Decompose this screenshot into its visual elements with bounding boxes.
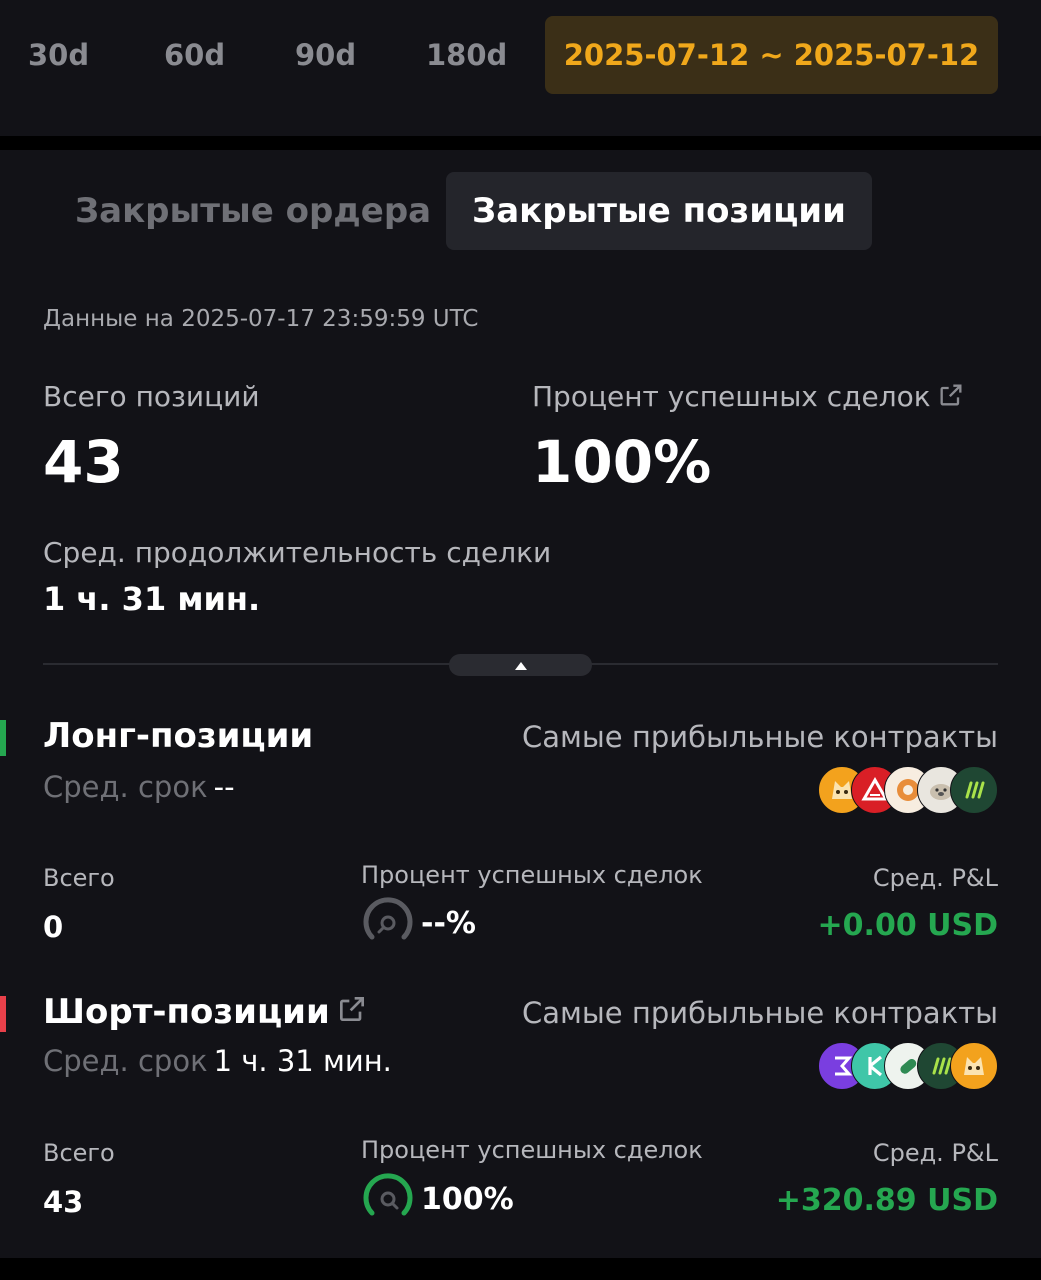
long-most-profitable-label: Самые прибыльные контракты	[522, 720, 998, 754]
short-avg-pnl-value: +320.89 USD	[775, 1183, 998, 1218]
short-total-value: 43	[43, 1185, 84, 1219]
collapse-button[interactable]	[449, 654, 592, 676]
long-win-rate-gauge-icon	[363, 897, 413, 940]
long-avg-term-label: Сред. срок	[43, 770, 208, 804]
long-avg-term: Сред. срок --	[43, 770, 235, 804]
avg-duration-label: Сред. продолжительность сделки	[43, 536, 552, 569]
short-win-rate: 100%	[361, 1172, 514, 1226]
external-link-icon[interactable]	[937, 381, 965, 416]
sei-green-coin-icon[interactable]	[950, 766, 998, 814]
short-win-rate-label: Процент успешных сделок	[361, 1136, 703, 1164]
win-rate-label: Процент успешных сделок	[532, 380, 965, 416]
short-most-profitable-label: Самые прибыльные контракты	[522, 996, 998, 1030]
short-avg-term-label: Сред. срок	[43, 1044, 208, 1078]
external-link-icon[interactable]	[336, 993, 368, 1034]
avg-duration-value: 1 ч. 31 мин.	[43, 580, 261, 618]
short-avg-term: Сред. срок 1 ч. 31 мин.	[43, 1044, 392, 1078]
period-tab-90d[interactable]: 90d	[295, 38, 356, 72]
short-win-rate-value: 100%	[421, 1181, 514, 1217]
short-avg-pnl-label: Сред. P&L	[872, 1139, 998, 1167]
long-avg-pnl-label: Сред. P&L	[872, 864, 998, 892]
long-marker	[0, 720, 6, 756]
long-win-rate-label: Процент успешных сделок	[361, 861, 703, 889]
win-rate-label-text: Процент успешных сделок	[532, 380, 931, 413]
long-win-rate-value: --%	[421, 905, 476, 941]
date-range-button[interactable]: 2025-07-12 ~ 2025-07-12	[545, 16, 998, 94]
data-timestamp: Данные на 2025-07-17 23:59:59 UTC	[43, 306, 479, 332]
long-win-rate: --%	[361, 896, 476, 950]
short-positions-title: Шорт-позиции	[43, 992, 368, 1034]
period-tab-30d-label: 30d	[28, 38, 90, 72]
chevron-up-icon	[514, 656, 528, 675]
closed-positions-panel: Закрытые ордера Закрытые позиции Данные …	[0, 150, 1041, 1258]
long-total-label: Всего	[43, 864, 115, 892]
total-positions-value: 43	[43, 428, 124, 496]
short-marker	[0, 996, 6, 1032]
period-tab-30d[interactable]: 30d	[28, 38, 90, 72]
win-rate-value: 100%	[532, 428, 712, 496]
total-positions-label: Всего позиций	[43, 380, 260, 413]
period-selector: 30d 60d 90d 180d 2025-07-12 ~ 2025-07-12	[0, 0, 1041, 136]
long-coins	[818, 766, 998, 814]
short-avg-term-value: 1 ч. 31 мин.	[213, 1044, 392, 1078]
long-avg-term-value: --	[213, 770, 235, 804]
short-total-label: Всего	[43, 1139, 115, 1167]
long-positions-title: Лонг-позиции	[43, 716, 314, 756]
short-win-rate-gauge-icon	[363, 1173, 413, 1216]
shib-coin-icon[interactable]	[950, 1042, 998, 1090]
short-coins	[818, 1042, 998, 1090]
tab-closed-positions[interactable]: Закрытые позиции	[446, 172, 872, 250]
long-total-value: 0	[43, 910, 64, 944]
long-avg-pnl-value: +0.00 USD	[817, 908, 998, 943]
period-tab-180d[interactable]: 180d	[426, 38, 507, 72]
tab-closed-orders[interactable]: Закрытые ордера	[75, 172, 431, 250]
period-tab-60d[interactable]: 60d	[164, 38, 225, 72]
short-positions-title-text: Шорт-позиции	[43, 992, 330, 1032]
